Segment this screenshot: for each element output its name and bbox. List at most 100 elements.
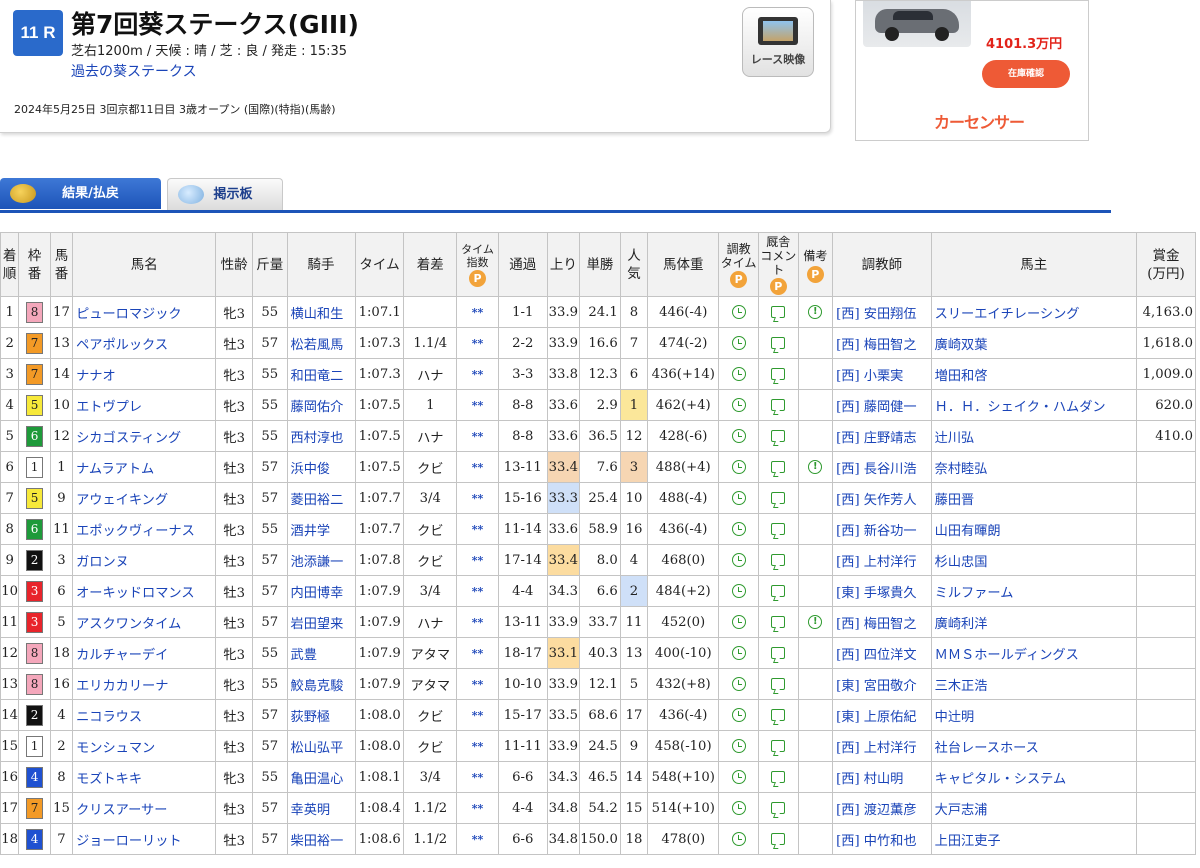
comment-icon[interactable]	[771, 616, 786, 628]
horse-name-cell[interactable]: ペアポルックス	[72, 327, 217, 359]
trainer-cell[interactable]: [西] 四位洋文	[832, 637, 932, 669]
horse-name-link[interactable]: エポックヴィーナス	[76, 524, 195, 539]
race-video-button[interactable]: レース映像	[742, 7, 814, 77]
time-index-cell[interactable]: **	[456, 823, 499, 855]
horse-name-link[interactable]: クリスアーサー	[76, 803, 167, 818]
remark-icon[interactable]: !	[808, 305, 823, 319]
horse-name-link[interactable]: ニコラウス	[76, 710, 142, 725]
training-time-cell[interactable]	[718, 606, 759, 638]
jockey-link[interactable]: 荻野極	[291, 710, 331, 725]
clock-icon[interactable]	[731, 832, 746, 846]
trainer-cell[interactable]: [西] 藤岡健一	[832, 389, 932, 421]
trainer-link[interactable]: [西] 梅田智之	[836, 338, 916, 353]
training-time-cell[interactable]	[718, 668, 759, 700]
time-index-locked[interactable]: **	[472, 492, 484, 505]
training-time-cell[interactable]	[718, 389, 759, 421]
horse-name-link[interactable]: ペアポルックス	[76, 338, 168, 353]
owner-cell[interactable]: 奈村睦弘	[930, 451, 1137, 483]
jockey-link[interactable]: 池添謙一	[291, 555, 344, 570]
comment-icon[interactable]	[771, 399, 786, 411]
time-index-cell[interactable]: **	[456, 451, 499, 483]
comment-icon[interactable]	[771, 306, 786, 318]
owner-link[interactable]: 廣崎双葉	[935, 338, 988, 353]
jockey-cell[interactable]: 池添謙一	[286, 544, 356, 576]
training-time-cell[interactable]	[718, 637, 759, 669]
jockey-cell[interactable]: 酒井学	[286, 513, 356, 545]
jockey-link[interactable]: 松若風馬	[291, 338, 344, 353]
owner-cell[interactable]: 上田江吏子	[930, 823, 1137, 855]
time-index-cell[interactable]: **	[456, 482, 499, 514]
owner-link[interactable]: 大戸志浦	[935, 803, 988, 818]
comment-icon[interactable]	[771, 337, 786, 349]
jockey-link[interactable]: 和田竜二	[291, 369, 344, 384]
horse-name-link[interactable]: アウェイキング	[76, 493, 168, 508]
stable-comment-cell[interactable]	[757, 575, 799, 607]
clock-icon[interactable]	[731, 770, 746, 784]
jockey-cell[interactable]: 横山和生	[286, 296, 356, 328]
owner-cell[interactable]: 辻川弘	[930, 420, 1137, 452]
owner-link[interactable]: 社台レースホース	[935, 741, 1039, 756]
stable-comment-cell[interactable]	[757, 544, 799, 576]
time-index-locked[interactable]: **	[472, 430, 484, 443]
jockey-link[interactable]: 幸英明	[291, 803, 331, 818]
col-sexage[interactable]: 性齢	[215, 232, 253, 297]
horse-name-link[interactable]: ピューロマジック	[76, 307, 182, 322]
horse-name-cell[interactable]: ニコラウス	[72, 699, 217, 731]
comment-icon[interactable]	[771, 368, 786, 380]
horse-name-link[interactable]: モンシュマン	[76, 741, 155, 756]
jockey-cell[interactable]: 松山弘平	[286, 730, 356, 762]
trainer-link[interactable]: [西] 小栗実	[836, 369, 903, 384]
owner-cell[interactable]: 三木正浩	[930, 668, 1137, 700]
col-popularity[interactable]: 人 気	[619, 232, 649, 297]
trainer-cell[interactable]: [西] 新谷功一	[832, 513, 932, 545]
trainer-link[interactable]: [西] 四位洋文	[836, 648, 916, 663]
jockey-link[interactable]: 武豊	[291, 648, 317, 663]
stable-comment-cell[interactable]	[757, 699, 799, 731]
trainer-link[interactable]: [西] 上村洋行	[836, 555, 916, 570]
trainer-link[interactable]: [西] 村山明	[836, 772, 903, 787]
clock-icon[interactable]	[731, 367, 746, 381]
horse-name-link[interactable]: ガロンヌ	[76, 555, 129, 570]
col-odds[interactable]: 単勝	[579, 232, 621, 297]
comment-icon[interactable]	[771, 709, 786, 721]
trainer-cell[interactable]: [西] 庄野靖志	[832, 420, 932, 452]
comment-icon[interactable]	[771, 585, 786, 597]
time-index-cell[interactable]: **	[456, 389, 499, 421]
horse-name-link[interactable]: モズトキキ	[76, 772, 142, 787]
trainer-cell[interactable]: [西] 梅田智之	[832, 606, 932, 638]
time-index-cell[interactable]: **	[456, 699, 499, 731]
time-index-cell[interactable]: **	[456, 792, 499, 824]
jockey-cell[interactable]: 松若風馬	[286, 327, 356, 359]
time-index-locked[interactable]: **	[472, 461, 484, 474]
owner-link[interactable]: 上田江吏子	[935, 834, 1001, 849]
past-races-link[interactable]: 過去の葵ステークス	[71, 61, 197, 81]
jockey-link[interactable]: 藤岡佑介	[291, 400, 344, 415]
remark-icon[interactable]: !	[808, 615, 823, 629]
owner-link[interactable]: Ｈ．Ｈ．シェイク・ハムダン	[935, 400, 1106, 415]
comment-icon[interactable]	[771, 430, 786, 442]
horse-name-link[interactable]: カルチャーデイ	[76, 648, 168, 663]
horse-name-link[interactable]: ナナオ	[76, 369, 116, 384]
jockey-link[interactable]: 横山和生	[291, 307, 344, 322]
trainer-cell[interactable]: [西] 村山明	[832, 761, 932, 793]
time-index-locked[interactable]: **	[472, 554, 484, 567]
time-index-cell[interactable]: **	[456, 420, 499, 452]
trainer-link[interactable]: [東] 手塚貴久	[836, 586, 916, 601]
horse-name-cell[interactable]: ガロンヌ	[72, 544, 217, 576]
stock-check-button[interactable]: 在庫確認	[982, 60, 1070, 88]
stable-comment-cell[interactable]	[757, 730, 799, 762]
stable-comment-cell[interactable]	[757, 482, 799, 514]
trainer-cell[interactable]: [西] 小栗実	[832, 358, 932, 390]
clock-icon[interactable]	[731, 801, 746, 815]
trainer-link[interactable]: [西] 新谷功一	[836, 524, 916, 539]
tab-results[interactable]: 結果/払戻	[0, 178, 161, 209]
jockey-link[interactable]: 酒井学	[291, 524, 331, 539]
stable-comment-cell[interactable]	[757, 296, 799, 328]
trainer-cell[interactable]: [西] 上村洋行	[832, 544, 932, 576]
time-index-cell[interactable]: **	[456, 544, 499, 576]
stable-comment-cell[interactable]	[757, 420, 799, 452]
horse-name-cell[interactable]: エリカカリーナ	[72, 668, 217, 700]
trainer-link[interactable]: [東] 宮田敬介	[836, 679, 916, 694]
trainer-cell[interactable]: [西] 梅田智之	[832, 327, 932, 359]
horse-name-link[interactable]: アスクワンタイム	[76, 617, 181, 632]
